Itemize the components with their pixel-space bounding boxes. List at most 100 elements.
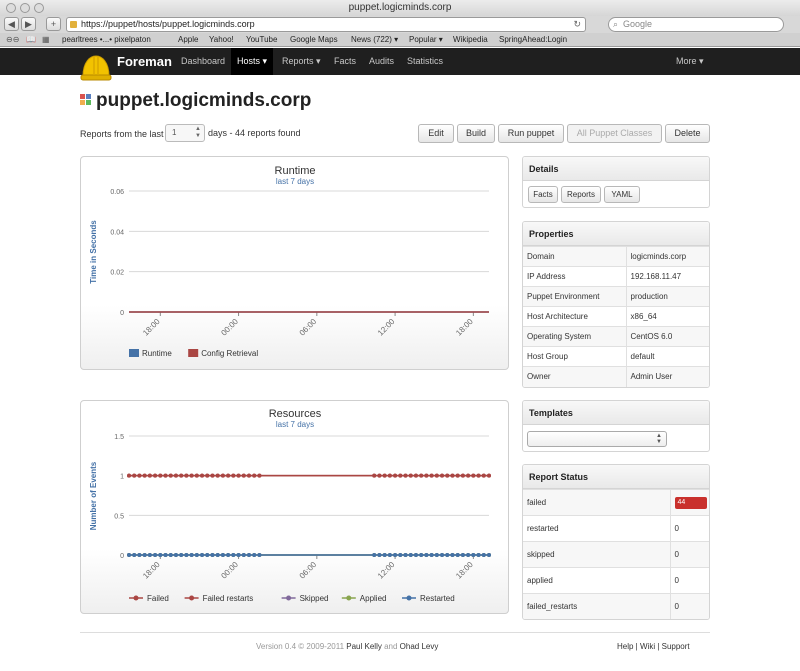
bookmark-item[interactable]: pearltrees •...• pixelpaton [62, 33, 151, 47]
support-link[interactable]: Support [662, 642, 690, 651]
data-point [220, 553, 225, 557]
data-point [429, 553, 434, 557]
edit-button[interactable]: Edit [418, 124, 454, 143]
status-key: failed_restarts [523, 593, 671, 619]
host-status-icon [80, 94, 91, 105]
show-bookmarks-icon[interactable]: 📖 [26, 33, 36, 47]
wiki-link[interactable]: Wiki [640, 642, 655, 651]
data-point [450, 473, 455, 478]
nav-audits[interactable]: Audits [369, 48, 394, 75]
author-link[interactable]: Ohad Levy [400, 642, 439, 651]
bookmark-item[interactable]: SpringAhead:Login [499, 33, 567, 47]
data-point [413, 553, 418, 557]
minimize-window-icon[interactable] [20, 3, 30, 13]
y-tick-label: 0.06 [110, 189, 124, 196]
address-bar[interactable]: https://puppet/hosts/puppet.logicminds.c… [66, 17, 586, 32]
data-point [377, 553, 382, 557]
data-point [419, 553, 424, 557]
data-point [215, 553, 220, 557]
forward-icon[interactable]: ▶ [21, 17, 36, 31]
run-puppet-button[interactable]: Run puppet [498, 124, 564, 143]
x-tick-label: 18:00 [454, 317, 475, 338]
legend-label: Runtime [142, 349, 172, 358]
y-axis-label: Time in Seconds [89, 220, 98, 284]
y-tick-label: 0 [120, 553, 124, 560]
property-value: default [626, 346, 709, 367]
data-point [168, 473, 173, 478]
nav-reports[interactable]: Reports ▾ [282, 48, 321, 75]
y-axis-label: Number of Events [89, 461, 98, 530]
author-link[interactable]: Paul Kelly [346, 642, 382, 651]
chart-title: Resources [269, 408, 322, 420]
reports-button[interactable]: Reports [561, 186, 601, 203]
data-point [252, 473, 257, 478]
data-point [226, 553, 231, 557]
days-stepper[interactable]: 1 ▲ ▼ [165, 124, 205, 142]
runtime-chart: Runtime last 7 days Time in Seconds 0.06… [80, 156, 509, 370]
add-tab-icon[interactable]: + [46, 17, 61, 31]
bookmark-item[interactable]: Wikipedia [453, 33, 488, 47]
footer-and: and [384, 642, 398, 651]
search-input[interactable]: ⌕ Google [608, 17, 784, 32]
details-heading: Details [523, 157, 709, 181]
reading-list-icon[interactable]: ⊖⊖ [6, 33, 19, 47]
status-value: 0 [670, 567, 709, 594]
property-key: Host Architecture [523, 306, 627, 327]
x-tick-label: 12:00 [376, 317, 397, 338]
nav-dashboard[interactable]: Dashboard [181, 48, 225, 75]
nav-facts[interactable]: Facts [334, 48, 356, 75]
data-point [440, 553, 445, 557]
status-key: applied [523, 567, 671, 594]
table-row: IP Address 192.168.11.47 [523, 266, 709, 287]
data-point [252, 553, 257, 557]
foreman-helmet-logo [80, 55, 112, 81]
data-point [403, 553, 408, 557]
data-point [481, 473, 486, 478]
facts-button[interactable]: Facts [528, 186, 558, 203]
bookmark-item[interactable]: Yahoo! [209, 33, 234, 47]
runtime-chart-svg: Runtime last 7 days Time in Seconds 0.06… [89, 165, 489, 358]
zoom-window-icon[interactable] [34, 3, 44, 13]
bookmark-item[interactable]: Apple [178, 33, 198, 47]
data-point [184, 473, 189, 478]
data-point [403, 473, 408, 478]
build-button[interactable]: Build [457, 124, 495, 143]
legend-label: Failed restarts [203, 594, 254, 603]
close-window-icon[interactable] [6, 3, 16, 13]
nav-more[interactable]: More ▾ [676, 48, 704, 75]
bookmark-item[interactable]: Popular ▾ [409, 33, 443, 47]
table-row: applied 0 [523, 567, 709, 594]
reload-icon[interactable]: ↻ [573, 18, 581, 31]
templates-heading: Templates [523, 401, 709, 425]
brand-link[interactable]: Foreman [117, 48, 172, 75]
property-value: CentOS 6.0 [626, 326, 709, 347]
stepper-arrows-icon[interactable]: ▲ ▼ [195, 126, 201, 140]
chart-subtitle: last 7 days [276, 177, 314, 186]
delete-button[interactable]: Delete [665, 124, 710, 143]
nav-statistics[interactable]: Statistics [407, 48, 443, 75]
y-tick-label: 0.04 [110, 229, 124, 236]
x-tick-label: 18:00 [141, 560, 162, 581]
back-icon[interactable]: ◀ [4, 17, 19, 31]
data-point [194, 473, 199, 478]
all-puppet-classes-button[interactable]: All Puppet Classes [567, 124, 662, 143]
property-key: IP Address [523, 266, 627, 287]
bookmark-item[interactable]: Google Maps [290, 33, 338, 47]
data-point [132, 473, 137, 478]
failed-count-badge[interactable]: 44 [674, 496, 707, 509]
data-point [393, 553, 398, 557]
table-row: Host Group default [523, 346, 709, 367]
yaml-button[interactable]: YAML [604, 186, 640, 203]
help-link[interactable]: Help [617, 642, 633, 651]
data-point [205, 473, 210, 478]
top-sites-icon[interactable]: ▦ [42, 33, 50, 47]
nav-hosts[interactable]: Hosts ▾ [231, 48, 274, 75]
data-point [241, 473, 246, 478]
data-point [200, 553, 205, 557]
data-point [163, 553, 168, 557]
templates-select[interactable]: ▲ ▼ [527, 431, 667, 447]
bookmark-item[interactable]: YouTube [246, 33, 277, 47]
table-row: Operating System CentOS 6.0 [523, 326, 709, 347]
legend-label: Config Retrieval [201, 349, 258, 358]
bookmark-item[interactable]: News (722) ▾ [351, 33, 398, 47]
